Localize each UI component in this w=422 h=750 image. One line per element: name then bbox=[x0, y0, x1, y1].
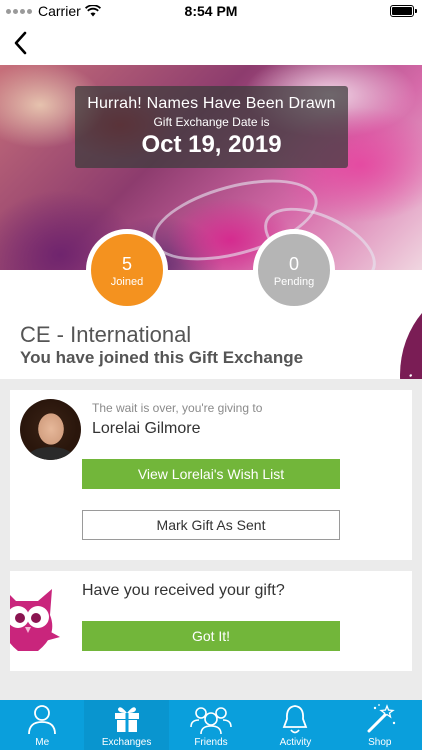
nav-bar bbox=[0, 22, 422, 65]
hero-banner: Hurrah! Names Have Been Drawn Gift Excha… bbox=[0, 65, 422, 270]
brand-decoration bbox=[400, 285, 422, 379]
date-label: Gift Exchange Date is bbox=[153, 115, 270, 129]
tab-label: Shop bbox=[368, 737, 392, 748]
tab-label: Friends bbox=[194, 737, 228, 748]
exchange-date: Oct 19, 2019 bbox=[141, 131, 282, 158]
tab-label: Me bbox=[35, 737, 50, 748]
tab-me[interactable]: Me bbox=[0, 700, 84, 750]
info-icon[interactable]: i bbox=[406, 372, 413, 379]
back-button[interactable] bbox=[10, 30, 34, 56]
tab-label: Activity bbox=[279, 737, 312, 748]
status-time: 8:54 PM bbox=[184, 3, 238, 19]
bell-icon bbox=[283, 705, 308, 734]
battery-icon bbox=[390, 5, 417, 17]
pending-label: Pending bbox=[273, 276, 315, 288]
pending-count: 0 bbox=[288, 254, 299, 274]
draw-info-card: Hurrah! Names Have Been Drawn Gift Excha… bbox=[75, 86, 348, 168]
pending-counter[interactable]: 0 Pending bbox=[253, 229, 335, 311]
joined-label: Joined bbox=[110, 276, 144, 288]
hero-headline: Hurrah! Names Have Been Drawn bbox=[87, 95, 336, 112]
tab-friends[interactable]: Friends bbox=[169, 700, 253, 750]
recipient-card: The wait is over, you're giving to Lorel… bbox=[10, 390, 412, 560]
magic-wand-icon bbox=[367, 704, 396, 733]
person-icon bbox=[28, 705, 57, 735]
exchange-name: CE - International bbox=[20, 322, 192, 347]
avatar bbox=[20, 399, 81, 460]
received-question: Have you received your gift? bbox=[82, 582, 285, 599]
recipient-name: Lorelai Gilmore bbox=[92, 420, 201, 437]
friends-icon bbox=[190, 707, 232, 735]
joined-count: 5 bbox=[121, 254, 132, 274]
joined-counter[interactable]: 5 Joined bbox=[86, 229, 168, 311]
got-it-button[interactable]: Got It! bbox=[82, 621, 340, 651]
status-bar: Carrier 8:54 PM bbox=[0, 0, 422, 22]
recipient-intro: The wait is over, you're giving to bbox=[92, 401, 263, 415]
mark-gift-sent-button[interactable]: Mark Gift As Sent bbox=[82, 510, 340, 540]
exchange-summary: i CE - International You have joined thi… bbox=[0, 270, 422, 379]
join-status: You have joined this Gift Exchange bbox=[20, 348, 304, 367]
tab-activity[interactable]: Activity bbox=[253, 700, 337, 750]
tab-shop[interactable]: Shop bbox=[338, 700, 422, 750]
owl-mascot-icon bbox=[10, 589, 60, 651]
gift-icon bbox=[114, 707, 139, 732]
gift-received-card: Have you received your gift? Got It! bbox=[10, 571, 412, 671]
tab-bar: Me Exchanges Friends Activity Shop bbox=[0, 700, 422, 750]
tab-exchanges[interactable]: Exchanges bbox=[84, 700, 169, 750]
tab-label: Exchanges bbox=[101, 737, 152, 748]
view-wishlist-button[interactable]: View Lorelai's Wish List bbox=[82, 459, 340, 489]
